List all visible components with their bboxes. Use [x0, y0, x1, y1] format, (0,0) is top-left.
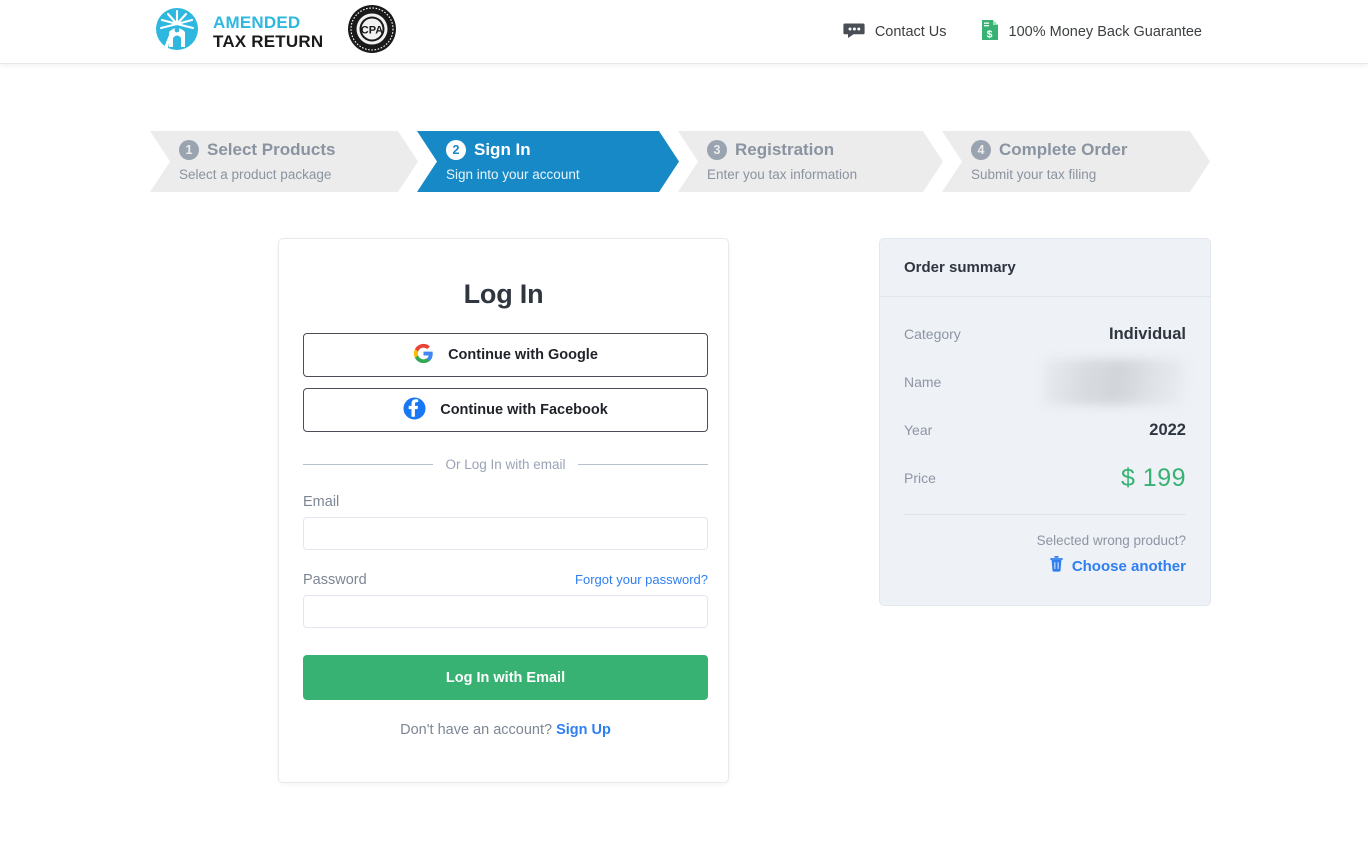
continue-with-google-button[interactable]: Continue with Google — [303, 333, 708, 377]
continue-with-facebook-button[interactable]: Continue with Facebook — [303, 388, 708, 432]
order-key-year: Year — [904, 422, 933, 438]
order-row-year: Year 2022 — [904, 406, 1186, 454]
choose-another-link[interactable]: Choose another — [904, 556, 1186, 576]
order-key-name: Name — [904, 374, 942, 390]
svg-text:CPA: CPA — [361, 25, 383, 37]
step-1-number: 1 — [179, 140, 199, 160]
divider-label: Or Log In with email — [445, 457, 566, 472]
trash-icon — [1049, 556, 1064, 576]
sign-up-link[interactable]: Sign Up — [556, 722, 611, 738]
contact-us-link[interactable]: Contact Us — [843, 21, 947, 43]
login-card: Log In Continue with Google Continue wit… — [278, 238, 729, 783]
password-label-row: Password Forgot your password? — [303, 572, 708, 588]
money-document-icon: $ — [981, 19, 999, 45]
order-separator — [904, 514, 1186, 515]
statue-of-liberty-icon — [155, 7, 199, 56]
order-value-name-redacted — [1043, 359, 1186, 405]
order-summary-title: Order summary — [880, 239, 1210, 297]
continue-with-google-label: Continue with Google — [448, 347, 598, 363]
step-4-label: Complete Order — [999, 140, 1128, 159]
divider-rule-left — [303, 464, 434, 465]
signup-prompt: Don't have an account? — [400, 722, 553, 738]
logo-wordmark: AMENDED TAX RETURN — [213, 14, 323, 50]
cpa-seal-icon: CPA — [347, 4, 397, 59]
continue-with-facebook-label: Continue with Facebook — [440, 402, 608, 418]
choose-another-label: Choose another — [1071, 557, 1186, 575]
step-sign-in[interactable]: 2 Sign In Sign into your account — [417, 131, 679, 192]
svg-text:$: $ — [986, 29, 992, 41]
step-select-products[interactable]: 1 Select Products Select a product packa… — [150, 131, 418, 192]
step-4-number: 4 — [971, 140, 991, 160]
order-value-year: 2022 — [1149, 420, 1186, 439]
step-4-title-row: 4 Complete Order — [971, 140, 1210, 160]
step-3-title-row: 3 Registration — [707, 140, 943, 160]
step-3-label: Registration — [735, 140, 835, 159]
chat-bubble-icon — [843, 21, 865, 43]
email-input[interactable] — [303, 517, 708, 550]
order-summary-body: Category Individual Name Year 2022 Price… — [880, 310, 1210, 515]
step-4-sublabel: Submit your tax filing — [971, 167, 1097, 182]
step-2-label: Sign In — [474, 140, 531, 159]
forgot-password-link[interactable]: Forgot your password? — [575, 572, 708, 587]
step-complete-order[interactable]: 4 Complete Order Submit your tax filing — [942, 131, 1210, 192]
order-key-price: Price — [904, 470, 936, 486]
step-3-sublabel: Enter you tax information — [707, 167, 858, 182]
email-divider: Or Log In with email — [303, 457, 708, 472]
checkout-stepper: 1 Select Products Select a product packa… — [150, 131, 1210, 192]
step-1-label: Select Products — [207, 140, 336, 159]
email-label-row: Email — [303, 494, 708, 510]
step-1-title-row: 1 Select Products — [179, 140, 418, 160]
order-key-category: Category — [904, 326, 961, 342]
facebook-f-icon — [403, 396, 426, 424]
page-title: Log In — [463, 279, 544, 309]
step-3-number: 3 — [707, 140, 727, 160]
wrong-product-question: Selected wrong product? — [1036, 533, 1186, 548]
order-summary-card: Order summary Category Individual Name Y… — [879, 238, 1211, 606]
logo-line-1: AMENDED — [213, 12, 301, 32]
money-back-guarantee-link[interactable]: $ 100% Money Back Guarantee — [981, 19, 1202, 45]
order-row-name: Name — [904, 358, 1186, 406]
login-with-email-button[interactable]: Log In with Email — [303, 655, 708, 700]
order-summary-footer: Selected wrong product? Choose another — [880, 533, 1210, 576]
password-label: Password — [303, 572, 367, 588]
password-input[interactable] — [303, 595, 708, 628]
contact-us-label: Contact Us — [874, 24, 947, 40]
google-g-icon — [413, 343, 434, 368]
step-2-sublabel: Sign into your account — [446, 167, 580, 182]
step-1-sublabel: Select a product package — [179, 167, 332, 182]
header-links: Contact Us $ 100% Money Back Guarantee — [843, 0, 1368, 64]
order-row-category: Category Individual — [904, 310, 1186, 358]
step-2-number: 2 — [446, 140, 466, 160]
money-back-guarantee-label: 100% Money Back Guarantee — [1008, 24, 1202, 40]
step-registration[interactable]: 3 Registration Enter you tax information — [678, 131, 943, 192]
divider-rule-right — [577, 464, 708, 465]
order-value-category: Individual — [1108, 324, 1186, 343]
order-row-price: Price $ 199 — [904, 454, 1186, 502]
site-header: AMENDED TAX RETURN CPA Contact Us $ 100%… — [0, 0, 1368, 64]
step-2-title-row: 2 Sign In — [446, 140, 679, 160]
brand-group[interactable]: AMENDED TAX RETURN CPA — [155, 4, 397, 59]
order-value-price: $ 199 — [1120, 463, 1186, 492]
logo-line-2: TAX RETURN — [213, 31, 324, 51]
signup-row: Don't have an account? Sign Up — [303, 722, 708, 738]
email-label: Email — [303, 494, 340, 510]
